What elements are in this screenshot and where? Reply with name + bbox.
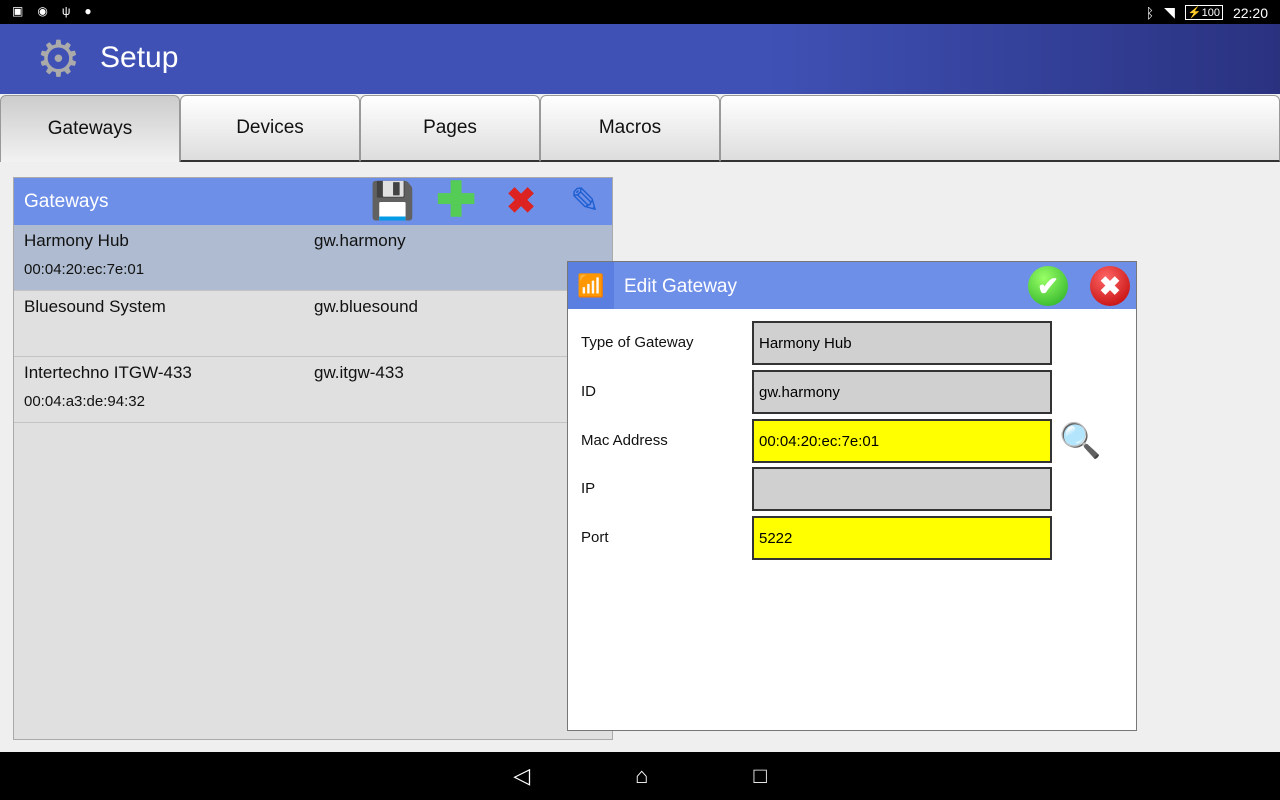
bluetooth-icon: ᛒ <box>1145 4 1155 21</box>
type-of-gateway-field[interactable]: Harmony Hub <box>752 321 1052 365</box>
home-icon[interactable]: ⌂ <box>635 763 648 789</box>
gateways-panel: Gateways 💾 ✚ ✖ ✎ Harmony Hub gw.harmony 00… <box>13 177 613 740</box>
port-field[interactable]: 5222 <box>752 516 1052 560</box>
list-item[interactable]: Harmony Hub gw.harmony 00:04:20:ec:7e:01 <box>14 225 612 291</box>
field-id: ID gw.harmony <box>581 370 1121 414</box>
gear-icon: ⚙ <box>36 31 81 87</box>
tab-pages[interactable]: Pages <box>360 95 540 162</box>
navigation-bar: ◁ ⌂ □ <box>0 752 1280 800</box>
field-label: ID <box>581 383 596 400</box>
tab-gateways[interactable]: Gateways <box>0 95 180 162</box>
clock: 22:20 <box>1232 4 1268 21</box>
recents-icon[interactable]: □ <box>753 763 766 789</box>
delete-icon[interactable]: ✖ <box>506 180 536 222</box>
item-mac: 00:04:20:ec:7e:01 <box>24 261 145 278</box>
tab-devices[interactable]: Devices <box>180 95 360 162</box>
panel-title: Gateways <box>24 191 109 212</box>
field-type: Type of Gateway Harmony Hub <box>581 321 1121 365</box>
panel-header: Gateways 💾 ✚ ✖ ✎ <box>14 177 612 225</box>
cancel-x-icon[interactable]: ✖ <box>1090 266 1130 306</box>
item-id: gw.itgw-433 <box>314 363 404 382</box>
field-label: Port <box>581 529 609 546</box>
field-label: IP <box>581 480 596 497</box>
android-icon: ● <box>84 4 92 18</box>
tab-bar: Gateways Devices Pages Macros <box>0 95 1280 163</box>
search-magnifier-icon[interactable]: 🔍 <box>1059 421 1101 461</box>
mac-address-field[interactable]: 00:04:20:ec:7e:01 <box>752 419 1052 463</box>
edit-gateway-dialog: 📶 Edit Gateway ✔ ✖ Type of Gateway Harmon… <box>567 261 1137 731</box>
gateway-tablet-icon: 📶 <box>568 262 614 309</box>
add-icon[interactable]: ✚ <box>436 177 476 225</box>
field-mac: Mac Address 00:04:20:ec:7e:01 🔍 <box>581 419 1121 463</box>
wifi-icon: ◥ <box>1164 4 1175 20</box>
item-id: gw.harmony <box>314 231 406 250</box>
tab-spacer <box>720 95 1280 162</box>
field-port: Port 5222 <box>581 516 1121 560</box>
edit-pencil-icon[interactable]: ✎ <box>570 180 600 222</box>
back-icon[interactable]: ◁ <box>513 763 530 789</box>
item-name: Harmony Hub <box>24 231 129 250</box>
usb-icon: ψ <box>61 4 71 18</box>
item-name: Intertechno ITGW-433 <box>24 363 192 382</box>
item-name: Bluesound System <box>24 297 166 316</box>
field-ip: IP <box>581 467 1121 511</box>
confirm-check-icon[interactable]: ✔ <box>1028 266 1068 306</box>
ip-field[interactable] <box>752 467 1052 511</box>
app-bar: ⚙ Setup <box>0 24 1280 94</box>
page-title: Setup <box>100 41 179 74</box>
field-label: Mac Address <box>581 432 668 449</box>
image-icon: ▣ <box>12 4 24 18</box>
status-bar: ▣ ◉ ψ ● ᛒ ◥ ⚡100 22:20 <box>0 0 1280 24</box>
item-mac: 00:04:a3:de:94:32 <box>24 393 145 410</box>
list-item[interactable]: Bluesound System gw.bluesound <box>14 291 612 357</box>
shield-icon: ◉ <box>37 4 48 18</box>
dialog-title: Edit Gateway <box>624 276 737 297</box>
battery-icon: ⚡100 <box>1184 5 1223 20</box>
tab-macros[interactable]: Macros <box>540 95 720 162</box>
item-id: gw.bluesound <box>314 297 418 316</box>
save-icon[interactable]: 💾 <box>370 180 415 222</box>
dialog-header: 📶 Edit Gateway ✔ ✖ <box>568 262 1136 309</box>
field-label: Type of Gateway <box>581 334 694 351</box>
list-item[interactable]: Intertechno ITGW-433 gw.itgw-433 00:04:a3:… <box>14 357 612 423</box>
id-field[interactable]: gw.harmony <box>752 370 1052 414</box>
